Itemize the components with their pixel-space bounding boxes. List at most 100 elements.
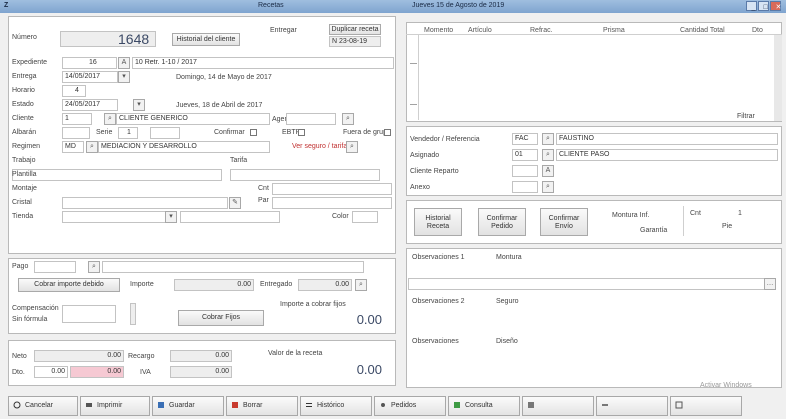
- pago-desc-field[interactable]: [102, 261, 364, 273]
- vendedor-label: Vendedor / Referencia: [410, 136, 480, 143]
- confirmar-label: Confirmar: [214, 129, 245, 136]
- observ1-field[interactable]: [408, 278, 772, 290]
- cobrar-importe-button[interactable]: Cobrar importe debido: [18, 278, 120, 292]
- observ1-more-icon[interactable]: …: [764, 278, 776, 290]
- par-field[interactable]: [272, 197, 392, 209]
- lines-grid[interactable]: [406, 22, 782, 122]
- tienda-extra-field[interactable]: [180, 211, 280, 223]
- exit-icon: [675, 401, 683, 409]
- expediente-code-field[interactable]: 16: [62, 57, 117, 69]
- entregar-field[interactable]: N 23-08-19: [329, 36, 381, 47]
- color-label: Color: [332, 213, 349, 220]
- compensacion-label: Compensación: [12, 305, 59, 312]
- plantilla-field[interactable]: [12, 169, 222, 181]
- importe-label: Importe: [130, 281, 154, 288]
- vendedor-search-icon[interactable]: ⌕: [542, 133, 554, 145]
- cristal-field[interactable]: [62, 197, 228, 209]
- cliente-code-field[interactable]: 1: [62, 113, 92, 125]
- serie-extra-field[interactable]: [150, 127, 180, 139]
- regimen-detail-icon[interactable]: ⌕: [346, 141, 358, 153]
- footer-button-8[interactable]: [522, 396, 594, 416]
- expediente-text-field[interactable]: 10 Retr. 1-10 / 2017: [132, 57, 394, 69]
- entrega-label: Entrega: [12, 73, 37, 80]
- regimen-code-field[interactable]: MD: [62, 141, 84, 153]
- vendedor-code-field[interactable]: FAC: [512, 133, 538, 145]
- observ2-label: Observaciones 2: [412, 298, 465, 305]
- plantilla-label: Plantilla: [12, 171, 37, 178]
- confirmar-pedido-button[interactable]: Confirmar Pedido: [478, 208, 526, 236]
- ebtp-checkbox[interactable]: [298, 129, 305, 136]
- cristal-edit-icon[interactable]: ✎: [229, 197, 241, 209]
- albaran-field[interactable]: [62, 127, 90, 139]
- pago-search-icon[interactable]: ⌕: [88, 261, 100, 273]
- asignado-code-field[interactable]: 01: [512, 149, 538, 161]
- horario-field[interactable]: 4: [62, 85, 86, 97]
- confirmar-envio-button[interactable]: Confirmar Envío: [540, 208, 588, 236]
- anexo-search-icon[interactable]: ⌕: [542, 181, 554, 193]
- footer-button-10[interactable]: [670, 396, 742, 416]
- grid-col-articulo: Artículo: [468, 27, 492, 34]
- borrar-button[interactable]: Borrar: [226, 396, 298, 416]
- cliente-name-field[interactable]: CLIENTE GENERICO: [116, 113, 270, 125]
- observ1-value: Montura: [496, 254, 522, 261]
- montaje-label: Montaje: [12, 185, 37, 192]
- estado-date-field[interactable]: 24/05/2017: [62, 99, 118, 111]
- confirmar-checkbox[interactable]: [250, 129, 257, 136]
- maximize-button[interactable]: □: [758, 1, 769, 11]
- entregado-search-icon[interactable]: ⌕: [355, 279, 367, 291]
- cliente-reparto-field[interactable]: [512, 165, 538, 177]
- historial-cliente-button[interactable]: Historial del cliente: [172, 33, 240, 46]
- agente-search-icon[interactable]: ⌕: [342, 113, 354, 125]
- horario-label: Horario: [12, 87, 35, 94]
- minimize-button[interactable]: _: [746, 1, 757, 11]
- cliente-label: Cliente: [12, 115, 34, 122]
- estado-calendar-icon[interactable]: ▾: [133, 99, 145, 111]
- asignado-search-icon[interactable]: ⌕: [542, 149, 554, 161]
- anexo-field[interactable]: [512, 181, 538, 193]
- entrega-text: Domingo, 14 de Mayo de 2017: [176, 74, 272, 81]
- tienda-dropdown-icon[interactable]: ▾: [165, 211, 177, 223]
- orders-icon: [381, 403, 385, 408]
- cnt-field[interactable]: [272, 183, 392, 195]
- history-icon: [306, 403, 312, 408]
- grid-scrollbar[interactable]: [774, 35, 782, 121]
- vendedor-name-field[interactable]: FAUSTINO: [556, 133, 778, 145]
- entrega-date-field[interactable]: 14/05/2017: [62, 71, 118, 83]
- guardar-button[interactable]: Guardar: [152, 396, 224, 416]
- cobrar-fijos-button[interactable]: Cobrar Fijos: [178, 310, 264, 326]
- garantia-label: Garantía: [640, 227, 668, 234]
- close-button[interactable]: ✕: [770, 1, 781, 11]
- estado-text: Jueves, 18 de Abril de 2017: [176, 102, 263, 109]
- footer-button-9[interactable]: [596, 396, 668, 416]
- pedidos-button[interactable]: Pedidos: [374, 396, 446, 416]
- albaran-label: Albarán: [12, 129, 37, 136]
- cancelar-button[interactable]: Cancelar: [8, 396, 78, 416]
- pago-field[interactable]: [34, 261, 76, 273]
- color-field[interactable]: [352, 211, 378, 223]
- expediente-search-icon[interactable]: A: [118, 57, 130, 69]
- cliente-search-icon[interactable]: ⌕: [104, 113, 116, 125]
- entregar-label: Entregar: [270, 27, 297, 34]
- historial-receta-button[interactable]: Historial Receta: [414, 208, 462, 236]
- fuera-grupo-checkbox[interactable]: [384, 129, 391, 136]
- regimen-name-field[interactable]: MEDIACION Y DESARROLLO: [98, 141, 270, 153]
- anexo-label: Anexo: [410, 184, 430, 191]
- observaciones-label: Observaciones: [412, 338, 459, 345]
- observaciones-panel: [406, 248, 782, 388]
- historico-button[interactable]: Histórico: [300, 396, 372, 416]
- calendar-icon[interactable]: ▾: [118, 71, 130, 83]
- serie-field[interactable]: 1: [118, 127, 138, 139]
- consulta-button[interactable]: Consulta: [448, 396, 520, 416]
- duplicar-button[interactable]: Duplicar receta: [329, 24, 381, 35]
- print-icon: [86, 403, 92, 408]
- compensacion-field[interactable]: [62, 305, 116, 323]
- grid-filter-label: Filtrar: [737, 113, 755, 120]
- descuento-pct-field[interactable]: 0.00: [34, 366, 68, 378]
- agente-field[interactable]: [286, 113, 336, 125]
- cliente-reparto-icon[interactable]: A: [542, 165, 554, 177]
- regimen-search-icon[interactable]: ⌕: [86, 141, 98, 153]
- tienda-field[interactable]: [62, 211, 174, 223]
- tarifa-field[interactable]: [230, 169, 380, 181]
- asignado-name-field[interactable]: CLIENTE PASO: [556, 149, 778, 161]
- imprimir-button[interactable]: Imprimir: [80, 396, 150, 416]
